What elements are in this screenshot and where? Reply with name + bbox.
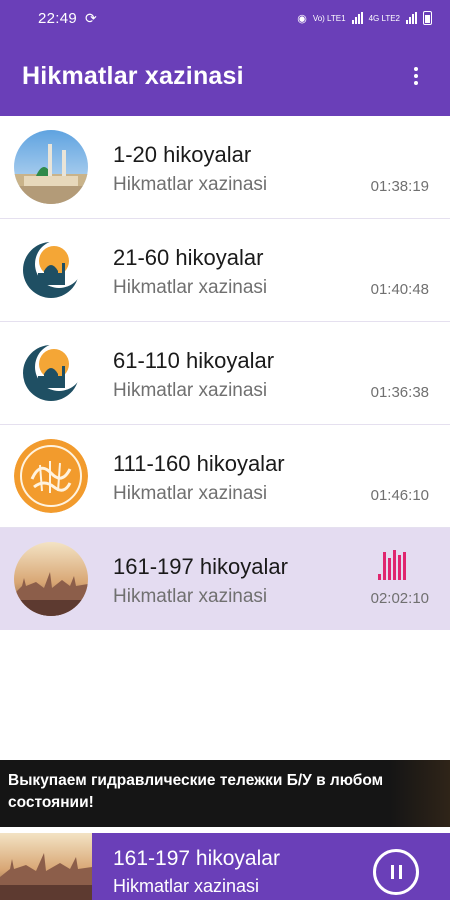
list-item[interactable]: 21-60 hikoyalar Hikmatlar xazinasi 01:40…	[0, 219, 450, 322]
mosque-crescent-icon	[14, 336, 88, 410]
mini-player[interactable]: 161-197 hikoyalar Hikmatlar xazinasi	[0, 833, 450, 900]
item-title: 111-160 hikoyalar	[113, 451, 285, 476]
list-item[interactable]: 111-160 hikoyalar Hikmatlar xazinasi 01:…	[0, 425, 450, 528]
mosque-crescent-icon	[14, 233, 88, 307]
item-title: 1-20 hikoyalar	[113, 142, 252, 167]
item-subtitle: Hikmatlar xazinasi	[113, 586, 268, 607]
battery-icon	[423, 11, 432, 25]
mosque-photo-thumbnail	[14, 130, 88, 204]
item-title: 21-60 hikoyalar	[113, 245, 264, 270]
app-title: Hikmatlar xazinasi	[22, 61, 244, 90]
status-bar: 22:49 ⟳ ◉ Vo) LTE1 4G LTE2	[0, 0, 450, 36]
signal-icon-2	[406, 12, 417, 24]
calligraphy-seal	[14, 439, 88, 513]
ad-banner[interactable]: Выкупаем гидравлические тележки Б/У в лю…	[0, 760, 450, 827]
item-duration: 01:46:10	[370, 487, 429, 504]
app-bar: Hikmatlar xazinasi	[0, 36, 450, 116]
item-subtitle: Hikmatlar xazinasi	[113, 483, 268, 504]
signal-icon	[351, 12, 363, 24]
item-title: 61-110 hikoyalar	[113, 348, 275, 373]
item-subtitle: Hikmatlar xazinasi	[113, 380, 268, 401]
equalizer-icon	[378, 550, 406, 580]
ad-text: Выкупаем гидравлические тележки Б/У в лю…	[8, 772, 384, 811]
more-vert-icon[interactable]	[404, 61, 428, 91]
list-item[interactable]: 1-20 hikoyalar Hikmatlar xazinasi 01:38:…	[0, 116, 450, 219]
pause-icon[interactable]	[373, 849, 419, 895]
sunset-city-photo-thumbnail	[14, 542, 88, 616]
item-duration: 01:38:19	[370, 178, 429, 195]
player-subtitle: Hikmatlar xazinasi	[113, 876, 260, 896]
player-title: 161-197 hikoyalar	[113, 847, 280, 870]
hotspot-icon: ◉	[297, 12, 307, 25]
status-time: 22:49	[38, 9, 78, 27]
item-duration: 01:36:38	[370, 384, 429, 401]
item-title: 161-197 hikoyalar	[113, 554, 288, 579]
item-duration: 02:02:10	[370, 590, 429, 607]
sync-icon: ⟳	[85, 9, 97, 26]
item-subtitle: Hikmatlar xazinasi	[113, 174, 268, 195]
item-duration: 01:40:48	[370, 281, 429, 298]
item-subtitle: Hikmatlar xazinasi	[113, 277, 268, 298]
status-indicators: ◉ Vo) LTE1 4G LTE2	[297, 11, 432, 25]
player-artwork	[0, 833, 92, 900]
track-list: 1-20 hikoyalar Hikmatlar xazinasi 01:38:…	[0, 116, 450, 630]
list-item-playing[interactable]: 161-197 hikoyalar Hikmatlar xazinasi 02:…	[0, 528, 450, 630]
network-label: Vo) LTE1	[312, 13, 346, 23]
list-item[interactable]: 61-110 hikoyalar Hikmatlar xazinasi 01:3…	[0, 322, 450, 425]
lte-label: 4G LTE2	[368, 13, 400, 23]
